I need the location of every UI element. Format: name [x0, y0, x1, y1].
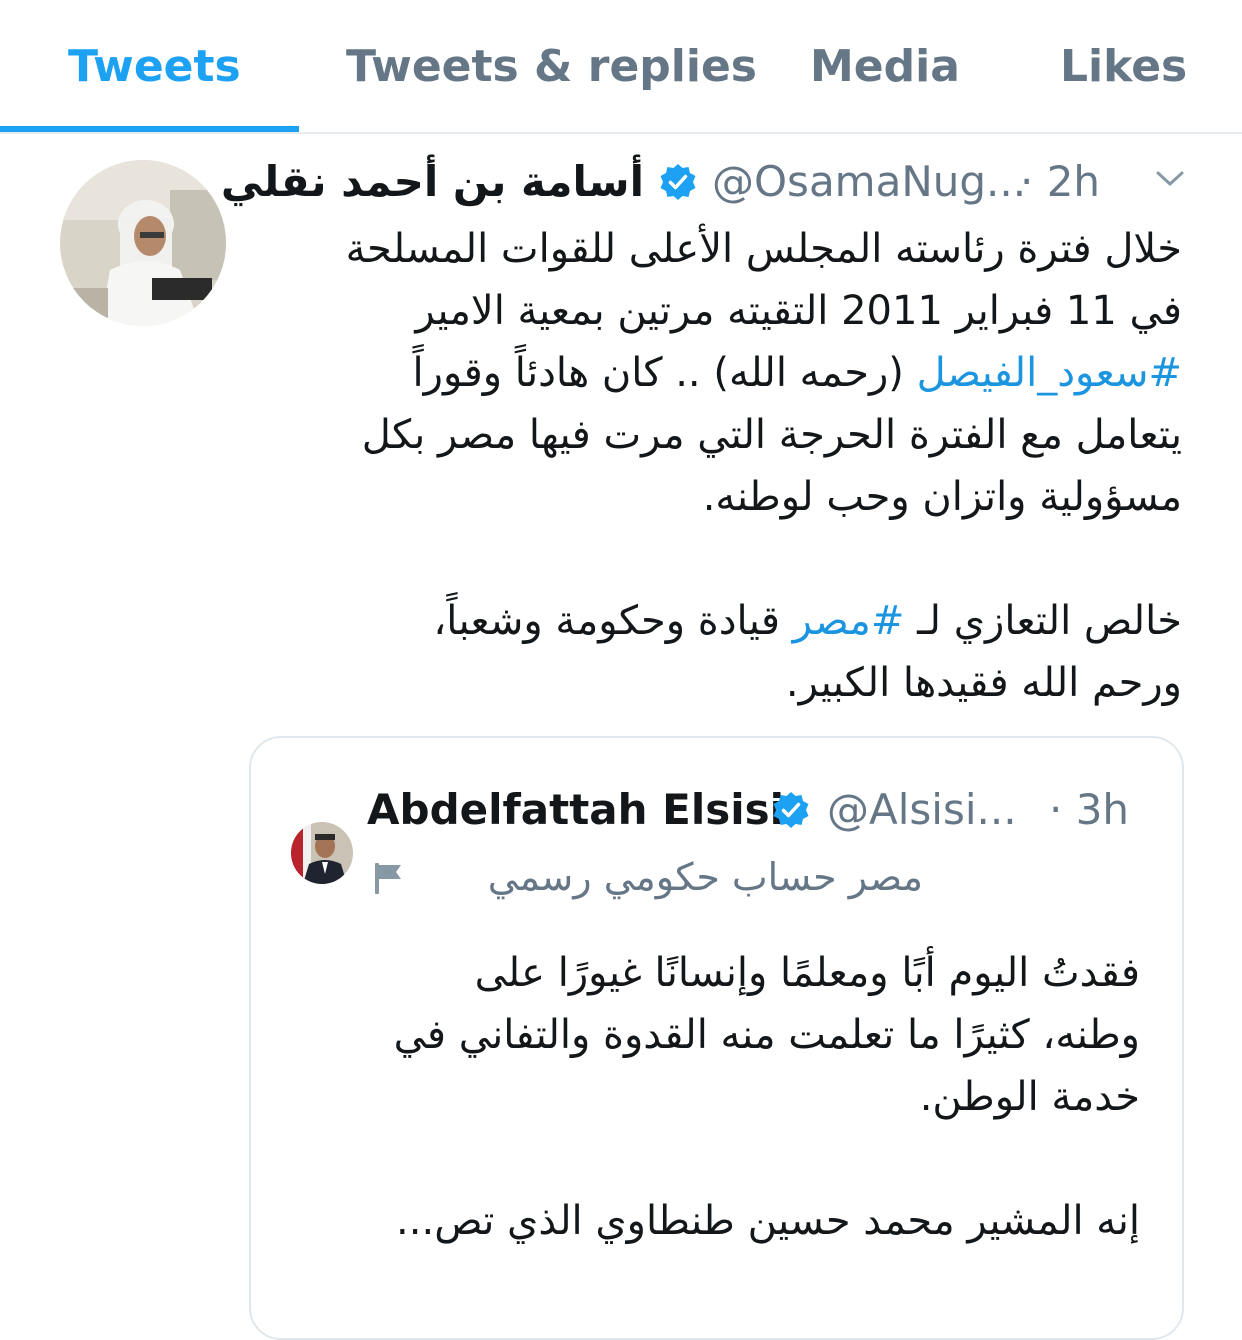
quoted-tweet-line: خدمة الوطن.: [919, 1074, 1140, 1120]
chevron-down-icon[interactable]: [1155, 170, 1185, 188]
verified-badge-icon: [660, 164, 696, 200]
tweet-line: خلال فترة رئاسته المجلس الأعلى للقوات ال…: [345, 226, 1182, 272]
tweet-line-text: خالص التعازي لـ: [904, 598, 1182, 644]
profile-photo: [60, 160, 226, 326]
tweet-line: مسؤولية واتزان وحب لوطنه.: [702, 474, 1182, 520]
tab-media[interactable]: Media: [810, 40, 960, 94]
tab-likes[interactable]: Likes: [1060, 40, 1187, 94]
hashtag-link[interactable]: #مصر: [793, 598, 905, 644]
profile-photo: [291, 822, 353, 884]
quoted-tweet-timestamp[interactable]: · 3h: [1049, 782, 1129, 838]
government-account-label: مصر حساب حكومي رسمي: [487, 855, 923, 899]
tab-tweets-and-replies[interactable]: Tweets & replies: [346, 40, 757, 94]
tweet-line-text: (رحمه الله) .. كان هادئاً وقوراً: [412, 350, 917, 396]
tweet-author-name[interactable]: أسامة بن أحمد نقلي: [221, 154, 644, 210]
quoted-tweet-avatar[interactable]: [291, 822, 353, 884]
tweet-line: #سعود_الفيصل (رحمه الله) .. كان هادئاً و…: [240, 342, 1182, 404]
quoted-tweet-handle[interactable]: @Alsisi...: [827, 782, 1017, 838]
tweet-timestamp[interactable]: · 2h: [1020, 154, 1100, 210]
quoted-tweet-line: وطنه، كثيرًا ما تعلمت منه القدوة والتفان…: [393, 1012, 1140, 1058]
tab-tweets[interactable]: Tweets: [68, 40, 241, 94]
quoted-tweet-line: فقدتُ اليوم أبًا ومعلمًا وإنسانًا غيورًا…: [474, 950, 1140, 996]
tweet-line: خالص التعازي لـ #مصر قيادة وحكومة وشعباً…: [240, 590, 1182, 652]
quoted-tweet-text: فقدتُ اليوم أبًا ومعلمًا وإنسانًا غيورًا…: [290, 942, 1140, 1252]
active-tab-indicator: [0, 126, 299, 132]
tweet-header: أسامة بن أحمد نقلي @OsamaNug... · 2h: [221, 152, 1190, 212]
tweet-line: يتعامل مع الفترة الحرجة التي مرت فيها مص…: [361, 412, 1182, 458]
quoted-tweet-author-name[interactable]: Abdelfattah Elsisi: [367, 782, 784, 838]
tweet-line: في 11 فبراير 2011 التقيته مرتين بمعية ال…: [415, 288, 1182, 334]
tweet-line-text: قيادة وحكومة وشعباً،: [433, 598, 793, 644]
quoted-tweet-line: إنه المشير محمد حسين طنطاوي الذي تص...: [396, 1198, 1140, 1244]
tweet-text: خلال فترة رئاسته المجلس الأعلى للقوات ال…: [240, 218, 1182, 714]
tweet-line: ورحم الله فقيدها الكبير.: [785, 660, 1182, 706]
profile-tabs: Tweets Tweets & replies Media Likes: [0, 0, 1242, 134]
hashtag-link[interactable]: #سعود_الفيصل: [917, 350, 1182, 396]
verified-badge-icon: [773, 792, 809, 828]
tweet-author-avatar[interactable]: [60, 160, 226, 326]
flag-icon: [375, 863, 401, 894]
tweet-author-handle[interactable]: @OsamaNug...: [712, 154, 1026, 210]
